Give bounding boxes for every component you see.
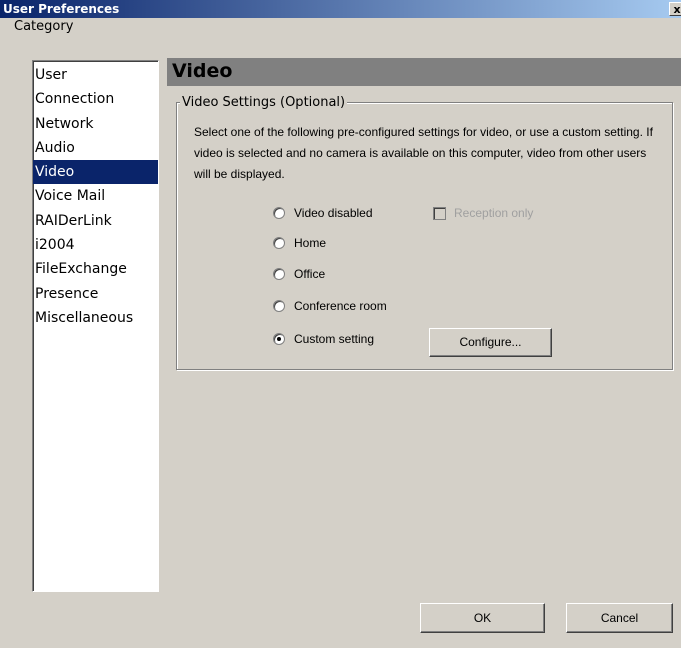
option-label: Home [294,236,327,250]
category-item-i2004[interactable]: i2004 [33,233,158,257]
option-custom-setting[interactable]: Custom setting [273,329,374,349]
configure-button[interactable]: Configure... [429,328,552,357]
category-item-user[interactable]: User [33,63,158,87]
radio-video-disabled[interactable] [273,207,285,219]
close-button[interactable]: x [669,2,681,16]
option-label: Video disabled [294,206,373,220]
window-title: User Preferences [3,2,120,16]
radio-custom-setting[interactable] [273,333,285,345]
option-label: Office [294,267,326,281]
category-item-presence[interactable]: Presence [33,282,158,306]
option-conference-room[interactable]: Conference room [273,296,387,316]
reception-only-checkbox [433,206,446,220]
option-video-disabled[interactable]: Video disabled [273,203,373,223]
radio-home[interactable] [273,237,285,249]
category-item-network[interactable]: Network [33,112,158,136]
video-description: Select one of the following pre-configur… [194,125,653,181]
option-label: Conference room [294,299,387,313]
preferences-window: User Preferences x Category User Connect… [0,0,681,648]
section-title: Video [172,60,233,82]
category-item-fileexchange[interactable]: FileExchange [33,257,158,281]
category-item-voice-mail[interactable]: Voice Mail [33,184,158,208]
radio-office[interactable] [273,268,285,280]
category-label: Category [14,19,74,34]
reception-only-option: Reception only [433,203,533,223]
title-bar[interactable]: User Preferences x [0,0,681,18]
option-home[interactable]: Home [273,233,326,253]
section-header: Video [167,58,681,86]
reception-only-label: Reception only [454,206,534,220]
category-item-video[interactable]: Video [33,160,158,185]
category-list[interactable]: User Connection Network Audio Video Voic… [32,60,159,592]
category-item-connection[interactable]: Connection [33,87,158,111]
ok-button[interactable]: OK [420,603,545,633]
category-item-raiderlink[interactable]: RAIDerLink [33,209,158,233]
category-item-miscellaneous[interactable]: Miscellaneous [33,306,158,330]
category-item-audio[interactable]: Audio [33,136,158,160]
radio-conference-room[interactable] [273,300,285,312]
cancel-button[interactable]: Cancel [566,603,673,633]
option-office[interactable]: Office [273,264,325,284]
option-label: Custom setting [294,332,375,346]
group-title: Video Settings (Optional) [180,95,348,110]
